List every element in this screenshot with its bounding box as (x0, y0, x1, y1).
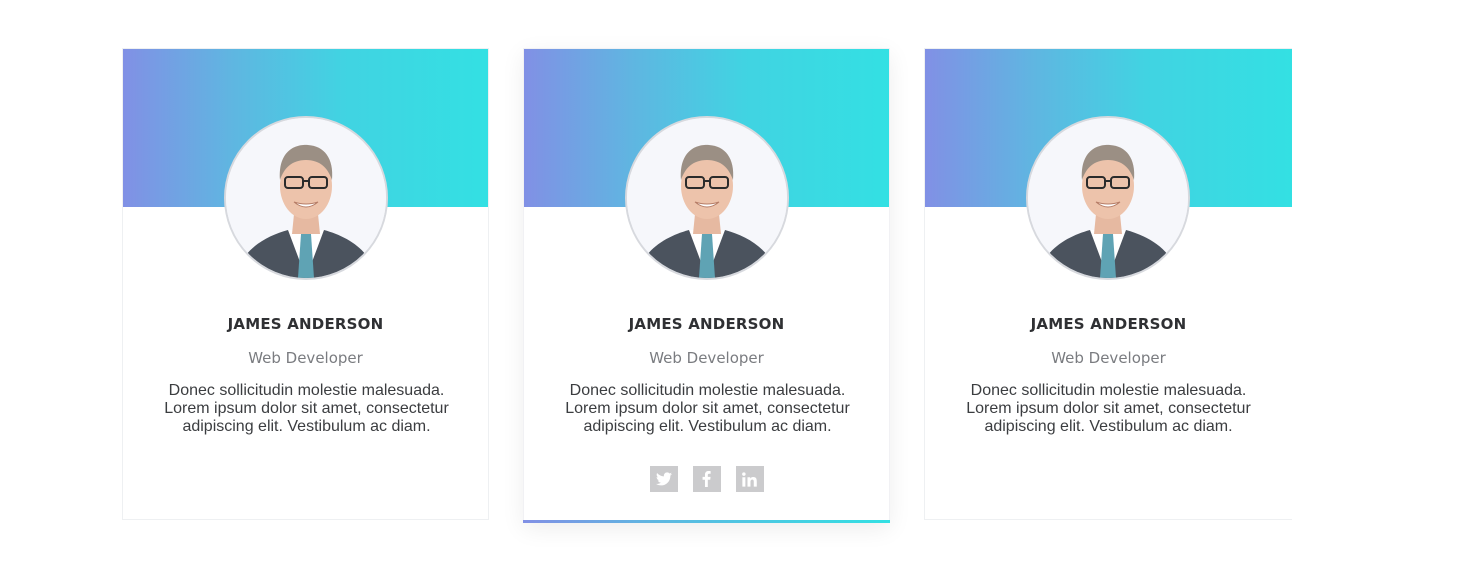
facebook-button[interactable] (692, 466, 721, 492)
member-bio: Donec sollicitudin molestie malesuada. L… (164, 382, 449, 435)
team-card[interactable]: JAMES ANDERSON Web Developer Donec solli… (122, 48, 489, 520)
person-portrait-icon (226, 118, 386, 278)
member-bio: Donec sollicitudin molestie malesuada. L… (565, 382, 850, 435)
active-underline (523, 520, 890, 523)
person-portrait-icon (627, 118, 787, 278)
member-name: JAMES ANDERSON (628, 315, 785, 333)
avatar (224, 116, 388, 280)
member-role: Web Developer (649, 349, 764, 367)
avatar (1026, 116, 1190, 280)
linkedin-icon (742, 471, 757, 487)
team-card-active[interactable]: JAMES ANDERSON Web Developer Donec solli… (523, 48, 890, 523)
team-section: JAMES ANDERSON Web Developer Donec solli… (0, 0, 1471, 585)
member-role: Web Developer (248, 349, 363, 367)
twitter-button[interactable] (649, 466, 678, 492)
member-bio: Donec sollicitudin molestie malesuada. L… (966, 382, 1251, 435)
linkedin-button[interactable] (735, 466, 764, 492)
member-name: JAMES ANDERSON (227, 315, 384, 333)
team-card[interactable]: JAMES ANDERSON Web Developer Donec solli… (924, 48, 1292, 520)
member-role: Web Developer (1051, 349, 1166, 367)
social-links (524, 466, 889, 492)
member-name: JAMES ANDERSON (1030, 315, 1187, 333)
twitter-icon (655, 472, 672, 486)
person-portrait-icon (1028, 118, 1188, 278)
facebook-icon (702, 471, 711, 487)
avatar (625, 116, 789, 280)
